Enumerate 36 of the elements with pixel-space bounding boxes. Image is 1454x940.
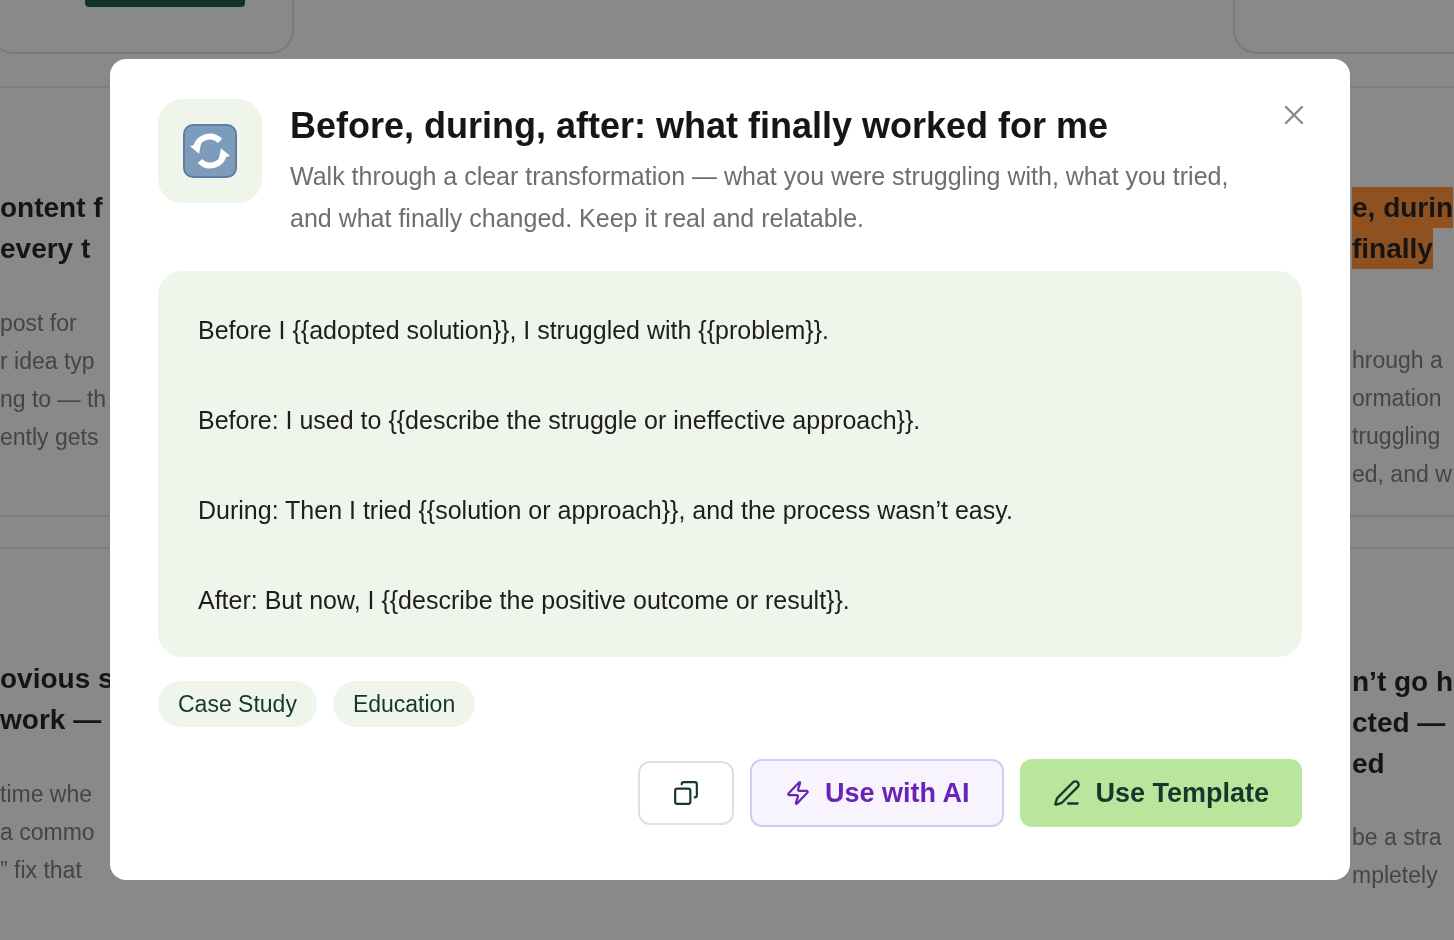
card-description: truggling xyxy=(1352,422,1442,451)
template-line: Before: I used to {{describe the struggle or ineffective approach}}. xyxy=(198,405,922,436)
card-description: r idea typ xyxy=(0,347,96,376)
copy-icon xyxy=(672,780,699,806)
card-title: ed xyxy=(1352,747,1385,781)
card-title: ontent f xyxy=(0,191,103,225)
card-description: be a stra xyxy=(1352,823,1443,852)
card-title: cted — xyxy=(1352,706,1446,740)
copy-button[interactable] xyxy=(637,761,734,825)
card-title: finally xyxy=(1352,228,1433,269)
lightning-icon xyxy=(784,780,811,806)
tag: Education xyxy=(332,681,476,727)
pen-icon xyxy=(1053,779,1082,807)
card-description: ” fix that xyxy=(0,856,83,885)
card-description: ently gets xyxy=(0,423,100,452)
card-description: hrough a xyxy=(1352,346,1444,375)
card-description: ed, and w xyxy=(1352,460,1453,489)
dialog-description: Walk through a clear transformation — what you were struggling with, what you tried, and what finally changed. Keep it real and relatable. xyxy=(290,161,1230,234)
template-line: Before I {{adopted solution}}, I struggled with {{problem}}. xyxy=(198,315,831,346)
card-description: mpletely xyxy=(1352,861,1439,890)
card-title: work — xyxy=(0,703,102,737)
refresh-icon xyxy=(158,99,262,203)
use-with-ai-button[interactable]: Use with AI xyxy=(749,759,1005,827)
card-description: ng to — th xyxy=(0,385,107,414)
use-template-button[interactable]: Use Template xyxy=(1020,759,1302,827)
template-line: After: But now, I {{describe the positive outcome or result}}. xyxy=(198,585,851,616)
card-title: every t xyxy=(0,232,91,266)
dialog-title: Before, during, after: what finally worked for me xyxy=(290,104,1110,148)
card-description: time whe xyxy=(0,780,94,809)
card-title: n’t go h xyxy=(1352,665,1454,699)
card-description: a commo xyxy=(0,818,96,847)
template-line: During: Then I tried {{solution or approach}}, and the process wasn’t easy. xyxy=(198,495,1014,526)
card-description: ormation xyxy=(1352,384,1443,413)
card-title: e, durin xyxy=(1352,187,1454,228)
card-description: post for xyxy=(0,309,78,338)
tag: Case Study xyxy=(158,681,317,727)
